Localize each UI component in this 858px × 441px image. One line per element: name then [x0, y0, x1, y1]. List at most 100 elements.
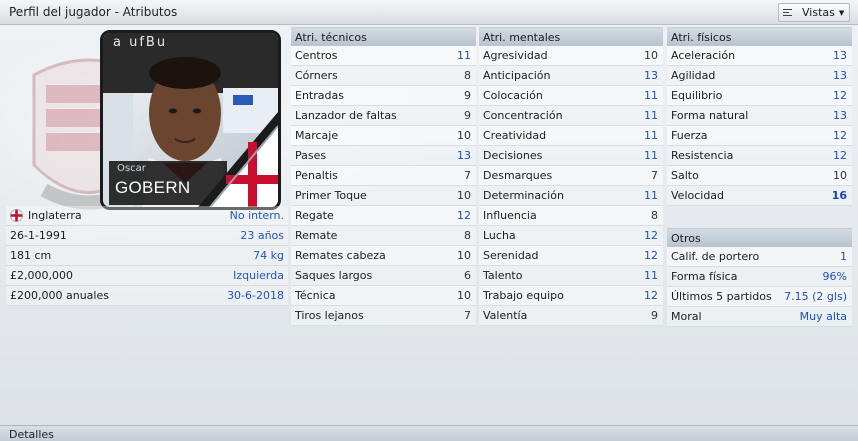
attribute-value: 13	[833, 49, 847, 62]
attribute-label: Fuerza	[671, 129, 708, 142]
attribute-value: 12	[457, 209, 471, 222]
attribute-label: Moral	[671, 310, 702, 323]
attribute-label: Técnica	[295, 289, 336, 302]
attribute-value: 12	[644, 249, 658, 262]
other-attributes-panel: Otros Calif. de portero 1 Forma física 96% Ú…	[667, 228, 852, 327]
attribute-value: 13	[833, 69, 847, 82]
attribute-row: Influencia 8	[479, 206, 663, 226]
attribute-label: Agresividad	[483, 49, 548, 62]
attribute-value: 9	[651, 309, 658, 322]
attribute-row: Agresividad 10	[479, 46, 663, 66]
attribute-value: 11	[644, 189, 658, 202]
attribute-row: Talento 11	[479, 266, 663, 286]
attribute-label: Resistencia	[671, 149, 734, 162]
attribute-label: Velocidad	[671, 189, 725, 202]
attribute-value: 7	[651, 169, 658, 182]
attribute-row: Lucha 12	[479, 226, 663, 246]
attribute-value: 12	[644, 289, 658, 302]
attribute-row: Marcaje 10	[291, 126, 476, 146]
attribute-label: Forma física	[671, 270, 738, 283]
attribute-label: Remates cabeza	[295, 249, 386, 262]
attribute-label: Entradas	[295, 89, 344, 102]
weight-value: 74 kg	[253, 249, 284, 262]
attribute-value: 8	[464, 69, 471, 82]
attribute-label: Marcaje	[295, 129, 339, 142]
attribute-label: Calif. de portero	[671, 250, 760, 263]
attribute-label: Trabajo equipo	[483, 289, 564, 302]
attribute-label: Regate	[295, 209, 334, 222]
attribute-value: 8	[464, 229, 471, 242]
attribute-label: Anticipación	[483, 69, 551, 82]
attribute-row: Primer Toque 10	[291, 186, 476, 206]
preferred-foot-value: Izquierda	[233, 269, 284, 282]
details-label: Detalles	[9, 428, 54, 441]
attribute-value: 13	[644, 69, 658, 82]
wage-label: £200,000 anuales	[10, 289, 109, 302]
attribute-label: Desmarques	[483, 169, 553, 182]
attribute-label: Lanzador de faltas	[295, 109, 397, 122]
attribute-row: Valentía 9	[479, 306, 663, 326]
attribute-row: Córners 8	[291, 66, 476, 86]
attribute-value: 12	[833, 89, 847, 102]
attribute-label: Lucha	[483, 229, 516, 242]
attribute-value: 9	[464, 89, 471, 102]
attribute-label: Determinación	[483, 189, 564, 202]
attribute-row: Moral Muy alta	[667, 307, 852, 327]
attribute-value: 11	[644, 89, 658, 102]
attribute-label: Influencia	[483, 209, 537, 222]
attribute-value: 13	[833, 109, 847, 122]
attribute-value: 7.15 (2 gls)	[784, 290, 847, 303]
attribute-label: Agilidad	[671, 69, 716, 82]
attribute-value: 10	[457, 189, 471, 202]
attribute-label: Valentía	[483, 309, 528, 322]
attribute-value: 11	[644, 149, 658, 162]
player-info-list: Inglaterra No intern. 26-1-1991 23 años …	[6, 206, 288, 306]
attribute-value: 11	[457, 49, 471, 62]
attribute-label: Penaltis	[295, 169, 338, 182]
attribute-label: Remate	[295, 229, 338, 242]
attribute-value: 11	[644, 269, 658, 282]
attribute-value: 12	[833, 129, 847, 142]
attribute-value: 10	[457, 129, 471, 142]
attribute-row: Equilibrio 12	[667, 86, 852, 106]
attribute-value: 1	[840, 250, 847, 263]
player-last-name: GOBERN	[115, 178, 191, 197]
attribute-value: 11	[644, 129, 658, 142]
market-value-label: £2,000,000	[10, 269, 73, 282]
attribute-row: Lanzador de faltas 9	[291, 106, 476, 126]
views-dropdown-button[interactable]: Vistas ▼	[778, 3, 850, 22]
attribute-row: Remate 8	[291, 226, 476, 246]
mental-attributes-header: Atri. mentales	[479, 27, 663, 46]
attribute-label: Centros	[295, 49, 338, 62]
attribute-row: Desmarques 7	[479, 166, 663, 186]
info-row-birthdate: 26-1-1991 23 años	[6, 226, 288, 246]
player-photo-card: a ufBu Oscar GOBERN	[100, 30, 281, 210]
attribute-label: Decisiones	[483, 149, 543, 162]
attribute-row: Determinación 11	[479, 186, 663, 206]
attribute-row: Resistencia 12	[667, 146, 852, 166]
attribute-row: Salto 10	[667, 166, 852, 186]
attribute-row: Colocación 11	[479, 86, 663, 106]
attribute-value: 7	[464, 309, 471, 322]
attribute-label: Primer Toque	[295, 189, 367, 202]
list-icon	[783, 7, 792, 18]
info-row-value: £2,000,000 Izquierda	[6, 266, 288, 286]
details-section-header[interactable]: Detalles	[0, 425, 858, 441]
international-status: No intern.	[229, 209, 284, 222]
attribute-row: Técnica 10	[291, 286, 476, 306]
contract-end-value: 30-6-2018	[227, 289, 284, 302]
attribute-value: 10	[833, 169, 847, 182]
attribute-label: Equilibrio	[671, 89, 723, 102]
photo-sponsor-text: a ufBu	[113, 35, 168, 50]
attribute-row: Forma natural 13	[667, 106, 852, 126]
attribute-value: 11	[644, 109, 658, 122]
attribute-value: 7	[464, 169, 471, 182]
attribute-value: Muy alta	[799, 310, 847, 323]
attribute-value: 10	[457, 249, 471, 262]
attribute-row: Decisiones 11	[479, 146, 663, 166]
attribute-row: Entradas 9	[291, 86, 476, 106]
attribute-label: Creatividad	[483, 129, 547, 142]
england-flag-icon	[10, 209, 23, 222]
attribute-value: 9	[464, 109, 471, 122]
attribute-label: Talento	[483, 269, 523, 282]
